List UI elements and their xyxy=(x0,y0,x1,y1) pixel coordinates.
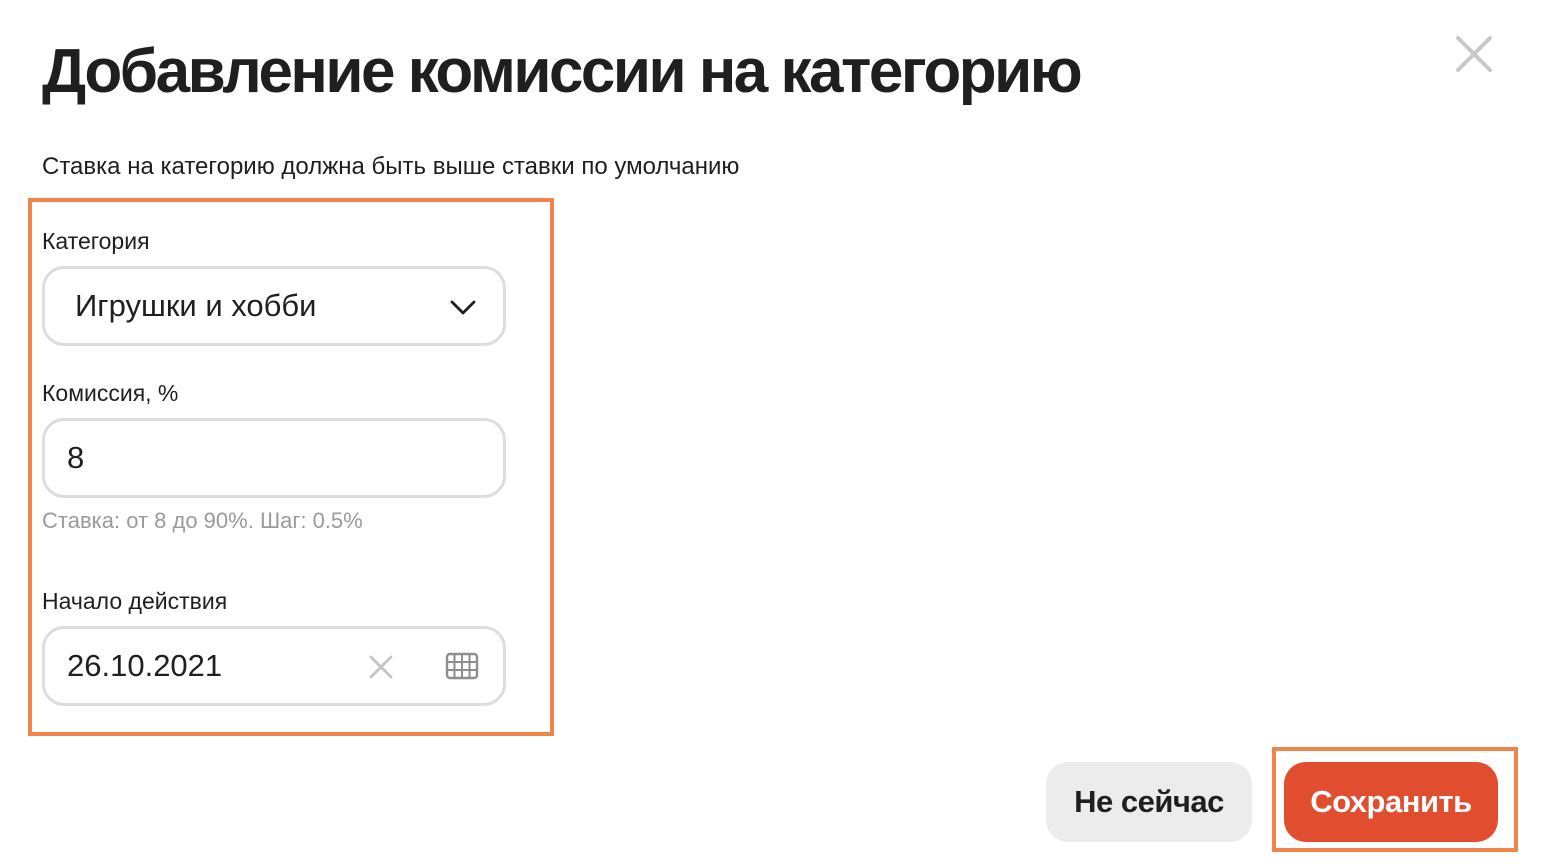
commission-input-value: 8 xyxy=(67,440,85,475)
category-label: Категория xyxy=(42,228,150,254)
calendar-button[interactable] xyxy=(441,651,481,683)
start-date-label: Начало действия xyxy=(42,588,228,614)
category-select-value: Игрушки и хобби xyxy=(75,288,317,323)
save-button[interactable]: Сохранить xyxy=(1284,762,1498,842)
close-icon xyxy=(1456,36,1492,72)
chevron-down-icon xyxy=(450,300,476,315)
not-now-button[interactable]: Не сейчас xyxy=(1046,762,1252,842)
clear-icon xyxy=(369,655,393,679)
commission-label: Комиссия, % xyxy=(42,380,179,406)
add-category-commission-dialog: Добавление комиссии на категорию Ставка … xyxy=(0,0,1542,868)
commission-hint: Ставка: от 8 до 90%. Шаг: 0.5% xyxy=(42,508,363,533)
calendar-icon xyxy=(445,652,479,680)
dialog-description: Ставка на категорию должна быть выше ста… xyxy=(42,153,740,180)
dialog-title: Добавление комиссии на категорию xyxy=(42,37,1083,106)
start-date-input[interactable]: 26.10.2021 xyxy=(42,626,506,706)
commission-input[interactable]: 8 xyxy=(42,418,506,498)
close-button[interactable] xyxy=(1450,30,1498,78)
category-select[interactable]: Игрушки и хобби xyxy=(42,266,506,346)
start-date-value: 26.10.2021 xyxy=(67,648,223,683)
clear-date-button[interactable] xyxy=(367,653,395,681)
